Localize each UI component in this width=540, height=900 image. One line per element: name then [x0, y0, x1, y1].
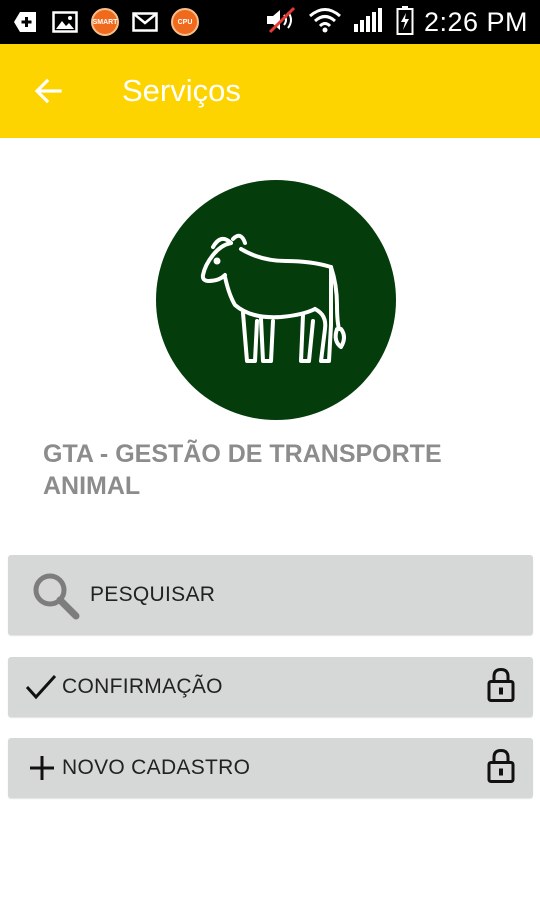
notification-icons: SMART CPU — [0, 8, 200, 36]
plus-icon — [28, 754, 56, 782]
confirmation-button[interactable]: CONFIRMAÇÃO — [8, 657, 533, 717]
new-registration-button-label: NOVO CADASTRO — [62, 756, 251, 779]
app-icon-1: SMART — [90, 8, 120, 36]
page-title: Serviços — [122, 73, 241, 108]
battery-charging-icon — [396, 5, 414, 40]
search-button-label: PESQUISAR — [90, 583, 216, 606]
confirmation-button-label: CONFIRMAÇÃO — [62, 675, 223, 698]
lock-icon — [487, 748, 515, 789]
mail-icon — [130, 9, 160, 35]
app-bar: Serviços — [0, 44, 540, 138]
check-icon — [24, 672, 58, 702]
clock: 2:26 PM — [423, 6, 528, 37]
service-logo — [156, 180, 396, 420]
muted-volume-icon — [264, 6, 298, 39]
plus-badge-icon — [10, 9, 40, 35]
search-icon — [30, 570, 80, 620]
app-icon-2: CPU — [170, 8, 200, 36]
service-title: GTA - GESTÃO DE TRANSPORTE ANIMAL — [43, 440, 442, 500]
status-bar: SMART CPU 2:26 PM — [0, 0, 540, 44]
back-button[interactable] — [24, 67, 72, 115]
cow-icon — [200, 233, 346, 363]
wifi-icon — [308, 6, 342, 39]
arrow-left-icon — [34, 78, 62, 104]
image-icon — [50, 9, 80, 35]
lock-icon — [487, 667, 515, 708]
search-button[interactable]: PESQUISAR — [8, 555, 533, 635]
system-icons: 2:26 PM — [264, 5, 540, 40]
new-registration-button[interactable]: NOVO CADASTRO — [8, 738, 533, 798]
signal-icon — [352, 6, 386, 39]
